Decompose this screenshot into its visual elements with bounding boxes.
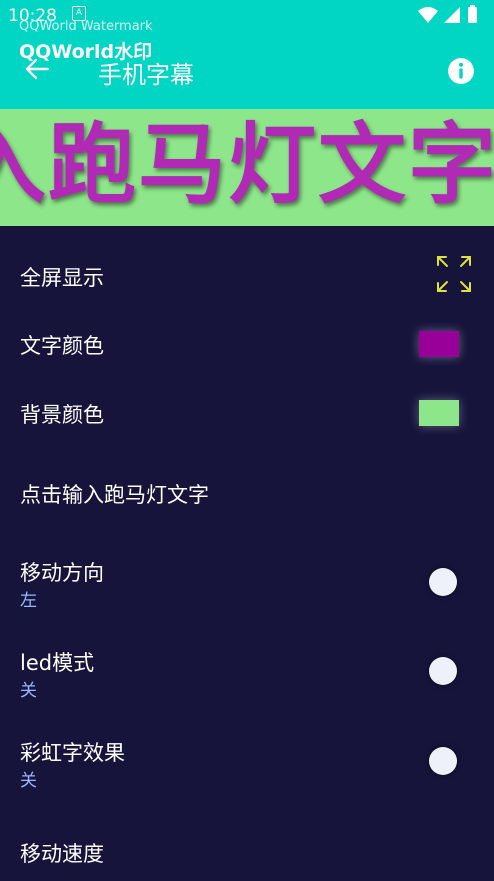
signal-icon — [444, 7, 460, 23]
setting-label: 彩虹字效果 — [20, 741, 125, 765]
led-mode-toggle[interactable] — [429, 657, 457, 685]
setting-bg-color[interactable]: 背景颜色 — [0, 378, 494, 450]
app-bar: 10:28 A QQWorld Watermark QQWorld水印 手机字幕 — [0, 0, 494, 109]
setting-value: 关 — [20, 681, 37, 701]
bg-color-swatch[interactable] — [419, 400, 459, 426]
direction-toggle[interactable] — [429, 568, 457, 596]
setting-label: 背景颜色 — [20, 403, 104, 427]
setting-label: 移动速度 — [20, 842, 104, 866]
text-color-swatch[interactable] — [419, 331, 459, 357]
setting-label: led模式 — [20, 651, 95, 675]
status-icons — [418, 5, 477, 23]
setting-value: 左 — [20, 591, 37, 611]
arrow-left-icon[interactable] — [24, 56, 50, 82]
marquee-text: 入跑马灯文字 — [0, 113, 494, 216]
marquee-preview[interactable]: 入跑马灯文字 — [0, 109, 494, 226]
wifi-icon — [418, 7, 438, 23]
page-title: 手机字幕 — [98, 61, 194, 89]
rainbow-toggle[interactable] — [429, 747, 457, 775]
fullscreen-icon[interactable] — [436, 255, 472, 293]
setting-led-mode[interactable]: led模式 关 — [0, 635, 494, 720]
setting-value: 关 — [20, 771, 37, 791]
setting-text-color[interactable]: 文字颜色 — [0, 310, 494, 378]
info-icon[interactable] — [447, 57, 475, 85]
setting-label: 文字颜色 — [20, 334, 104, 358]
setting-label: 全屏显示 — [20, 266, 104, 290]
setting-speed[interactable]: 移动速度 — [0, 820, 494, 881]
watermark-line1: QQWorld Watermark — [19, 19, 153, 34]
setting-input-text[interactable]: 点击输入跑马灯文字 — [0, 455, 494, 535]
battery-icon — [468, 7, 477, 23]
setting-rainbow[interactable]: 彩虹字效果 关 — [0, 725, 494, 810]
setting-fullscreen[interactable]: 全屏显示 — [0, 240, 494, 310]
setting-label: 移动方向 — [20, 561, 104, 585]
setting-direction[interactable]: 移动方向 左 — [0, 545, 494, 630]
setting-label: 点击输入跑马灯文字 — [20, 483, 209, 507]
